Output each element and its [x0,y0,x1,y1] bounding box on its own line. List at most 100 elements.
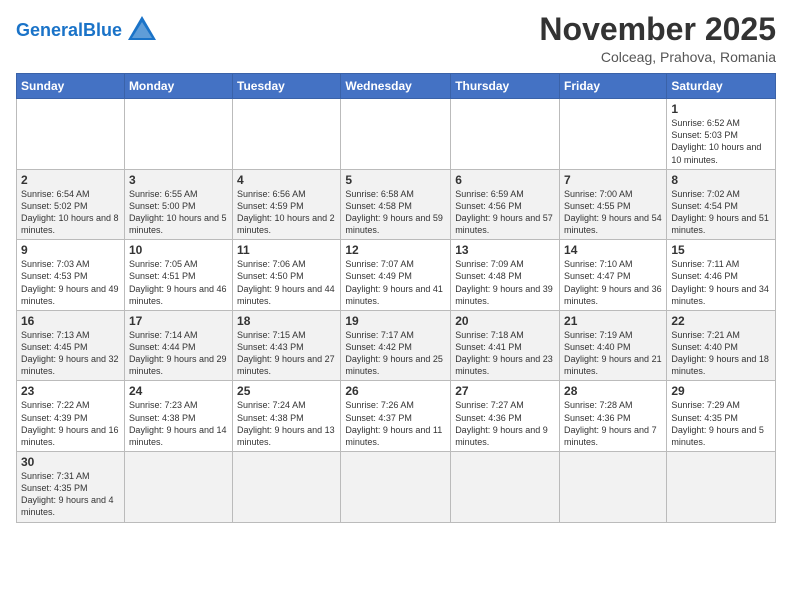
calendar-title: November 2025 [539,12,776,47]
calendar-cell: 30Sunrise: 7:31 AM Sunset: 4:35 PM Dayli… [17,452,125,523]
calendar-cell [124,452,232,523]
day-info: Sunrise: 7:13 AM Sunset: 4:45 PM Dayligh… [21,329,120,378]
calendar-cell [233,452,341,523]
calendar-cell: 1Sunrise: 6:52 AM Sunset: 5:03 PM Daylig… [667,99,776,170]
calendar-cell: 28Sunrise: 7:28 AM Sunset: 4:36 PM Dayli… [560,381,667,452]
day-number: 14 [564,243,662,257]
day-number: 12 [345,243,446,257]
day-number: 16 [21,314,120,328]
day-number: 3 [129,173,228,187]
calendar-cell [667,452,776,523]
header-sunday: Sunday [17,74,125,99]
day-number: 29 [671,384,771,398]
calendar-cell: 12Sunrise: 7:07 AM Sunset: 4:49 PM Dayli… [341,240,451,311]
header-friday: Friday [560,74,667,99]
calendar-week-row: 30Sunrise: 7:31 AM Sunset: 4:35 PM Dayli… [17,452,776,523]
day-number: 22 [671,314,771,328]
day-info: Sunrise: 7:18 AM Sunset: 4:41 PM Dayligh… [455,329,555,378]
day-number: 21 [564,314,662,328]
day-number: 6 [455,173,555,187]
day-info: Sunrise: 7:21 AM Sunset: 4:40 PM Dayligh… [671,329,771,378]
day-info: Sunrise: 7:07 AM Sunset: 4:49 PM Dayligh… [345,258,446,307]
day-number: 9 [21,243,120,257]
calendar-cell: 23Sunrise: 7:22 AM Sunset: 4:39 PM Dayli… [17,381,125,452]
calendar-week-row: 16Sunrise: 7:13 AM Sunset: 4:45 PM Dayli… [17,310,776,381]
day-info: Sunrise: 7:09 AM Sunset: 4:48 PM Dayligh… [455,258,555,307]
logo-general: General [16,20,83,40]
day-number: 7 [564,173,662,187]
calendar-table: Sunday Monday Tuesday Wednesday Thursday… [16,73,776,522]
calendar-cell: 29Sunrise: 7:29 AM Sunset: 4:35 PM Dayli… [667,381,776,452]
title-area: November 2025 Colceag, Prahova, Romania [539,12,776,65]
day-info: Sunrise: 7:05 AM Sunset: 4:51 PM Dayligh… [129,258,228,307]
day-number: 24 [129,384,228,398]
day-number: 26 [345,384,446,398]
calendar-cell: 17Sunrise: 7:14 AM Sunset: 4:44 PM Dayli… [124,310,232,381]
page: GeneralBlue November 2025 Colceag, Praho… [0,0,792,612]
header-area: GeneralBlue November 2025 Colceag, Praho… [16,12,776,65]
calendar-cell: 6Sunrise: 6:59 AM Sunset: 4:56 PM Daylig… [451,169,560,240]
calendar-cell [451,99,560,170]
calendar-cell: 11Sunrise: 7:06 AM Sunset: 4:50 PM Dayli… [233,240,341,311]
day-info: Sunrise: 7:28 AM Sunset: 4:36 PM Dayligh… [564,399,662,448]
calendar-cell: 14Sunrise: 7:10 AM Sunset: 4:47 PM Dayli… [560,240,667,311]
day-info: Sunrise: 6:56 AM Sunset: 4:59 PM Dayligh… [237,188,336,237]
day-info: Sunrise: 7:24 AM Sunset: 4:38 PM Dayligh… [237,399,336,448]
day-info: Sunrise: 6:58 AM Sunset: 4:58 PM Dayligh… [345,188,446,237]
day-number: 25 [237,384,336,398]
day-number: 15 [671,243,771,257]
day-info: Sunrise: 7:31 AM Sunset: 4:35 PM Dayligh… [21,470,120,519]
day-number: 13 [455,243,555,257]
calendar-cell [17,99,125,170]
day-number: 17 [129,314,228,328]
calendar-week-row: 1Sunrise: 6:52 AM Sunset: 5:03 PM Daylig… [17,99,776,170]
day-info: Sunrise: 7:27 AM Sunset: 4:36 PM Dayligh… [455,399,555,448]
calendar-week-row: 9Sunrise: 7:03 AM Sunset: 4:53 PM Daylig… [17,240,776,311]
day-number: 11 [237,243,336,257]
header-thursday: Thursday [451,74,560,99]
calendar-cell: 9Sunrise: 7:03 AM Sunset: 4:53 PM Daylig… [17,240,125,311]
calendar-cell: 25Sunrise: 7:24 AM Sunset: 4:38 PM Dayli… [233,381,341,452]
calendar-cell: 5Sunrise: 6:58 AM Sunset: 4:58 PM Daylig… [341,169,451,240]
day-info: Sunrise: 7:14 AM Sunset: 4:44 PM Dayligh… [129,329,228,378]
calendar-cell [560,452,667,523]
logo-icon [124,12,160,48]
day-number: 20 [455,314,555,328]
day-number: 30 [21,455,120,469]
header-wednesday: Wednesday [341,74,451,99]
header-tuesday: Tuesday [233,74,341,99]
calendar-cell: 19Sunrise: 7:17 AM Sunset: 4:42 PM Dayli… [341,310,451,381]
calendar-cell: 21Sunrise: 7:19 AM Sunset: 4:40 PM Dayli… [560,310,667,381]
day-info: Sunrise: 7:26 AM Sunset: 4:37 PM Dayligh… [345,399,446,448]
header-saturday: Saturday [667,74,776,99]
calendar-cell: 3Sunrise: 6:55 AM Sunset: 5:00 PM Daylig… [124,169,232,240]
day-info: Sunrise: 6:54 AM Sunset: 5:02 PM Dayligh… [21,188,120,237]
day-info: Sunrise: 7:23 AM Sunset: 4:38 PM Dayligh… [129,399,228,448]
day-number: 5 [345,173,446,187]
calendar-cell: 10Sunrise: 7:05 AM Sunset: 4:51 PM Dayli… [124,240,232,311]
logo-text: GeneralBlue [16,20,122,41]
header-monday: Monday [124,74,232,99]
calendar-cell [451,452,560,523]
day-number: 18 [237,314,336,328]
day-info: Sunrise: 6:59 AM Sunset: 4:56 PM Dayligh… [455,188,555,237]
calendar-cell: 7Sunrise: 7:00 AM Sunset: 4:55 PM Daylig… [560,169,667,240]
day-number: 2 [21,173,120,187]
calendar-cell [341,452,451,523]
day-info: Sunrise: 7:00 AM Sunset: 4:55 PM Dayligh… [564,188,662,237]
calendar-subtitle: Colceag, Prahova, Romania [539,49,776,65]
day-number: 8 [671,173,771,187]
calendar-cell: 13Sunrise: 7:09 AM Sunset: 4:48 PM Dayli… [451,240,560,311]
day-info: Sunrise: 7:02 AM Sunset: 4:54 PM Dayligh… [671,188,771,237]
day-info: Sunrise: 7:11 AM Sunset: 4:46 PM Dayligh… [671,258,771,307]
calendar-cell: 8Sunrise: 7:02 AM Sunset: 4:54 PM Daylig… [667,169,776,240]
calendar-cell: 16Sunrise: 7:13 AM Sunset: 4:45 PM Dayli… [17,310,125,381]
day-number: 10 [129,243,228,257]
day-info: Sunrise: 7:19 AM Sunset: 4:40 PM Dayligh… [564,329,662,378]
day-number: 23 [21,384,120,398]
day-info: Sunrise: 7:22 AM Sunset: 4:39 PM Dayligh… [21,399,120,448]
calendar-week-row: 2Sunrise: 6:54 AM Sunset: 5:02 PM Daylig… [17,169,776,240]
calendar-cell: 15Sunrise: 7:11 AM Sunset: 4:46 PM Dayli… [667,240,776,311]
calendar-cell: 27Sunrise: 7:27 AM Sunset: 4:36 PM Dayli… [451,381,560,452]
calendar-cell: 26Sunrise: 7:26 AM Sunset: 4:37 PM Dayli… [341,381,451,452]
